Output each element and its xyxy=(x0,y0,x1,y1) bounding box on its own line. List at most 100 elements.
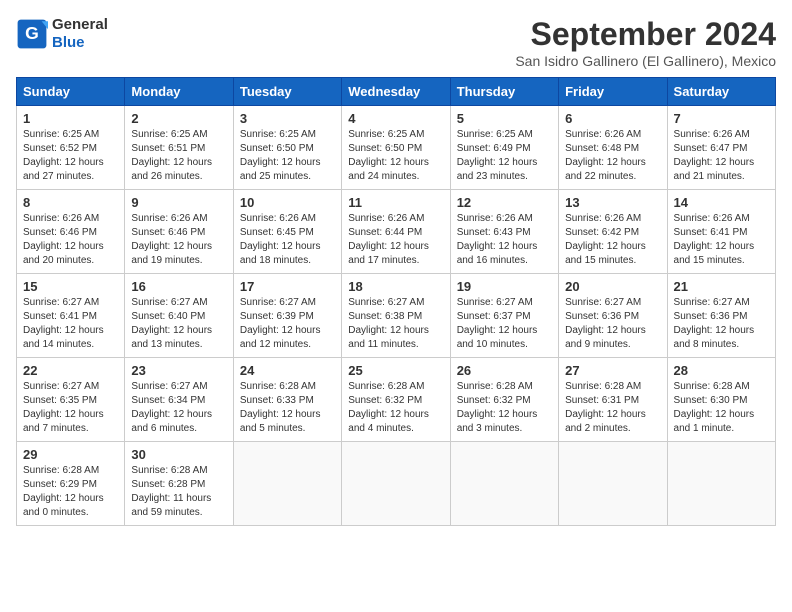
day-info: Sunrise: 6:27 AM Sunset: 6:36 PM Dayligh… xyxy=(674,296,769,352)
day-info: Sunrise: 6:28 AM Sunset: 6:33 PM Dayligh… xyxy=(240,380,335,436)
calendar-cell: 24Sunrise: 6:28 AM Sunset: 6:33 PM Dayli… xyxy=(233,358,341,442)
day-number: 5 xyxy=(457,111,552,126)
day-number: 17 xyxy=(240,279,335,294)
calendar-cell: 28 Sunrise: 6:28 AM Sunset: 6:30 PM Dayli… xyxy=(667,358,775,442)
day-info: Sunrise: 6:28 AM Sunset: 6:28 PM Dayligh… xyxy=(131,464,226,520)
header-day-tuesday: Tuesday xyxy=(233,78,341,106)
month-title: September 2024 xyxy=(515,16,776,53)
calendar-cell: 6 Sunrise: 6:26 AM Sunset: 6:48 PM Daylig… xyxy=(559,106,667,190)
header-day-wednesday: Wednesday xyxy=(342,78,450,106)
day-number: 11 xyxy=(348,195,443,210)
calendar-cell xyxy=(559,442,667,526)
day-info: Sunrise: 6:27 AM Sunset: 6:41 PM Dayligh… xyxy=(23,296,118,352)
calendar-cell xyxy=(450,442,558,526)
calendar-week-1: 1Sunrise: 6:25 AM Sunset: 6:52 PM Daylig… xyxy=(17,106,776,190)
day-number: 18 xyxy=(348,279,443,294)
day-info: Sunrise: 6:28 AM Sunset: 6:30 PM Dayligh… xyxy=(674,380,769,436)
day-number: 22 xyxy=(23,363,118,378)
general-blue-icon: G xyxy=(16,18,48,50)
day-number: 16 xyxy=(131,279,226,294)
day-info: Sunrise: 6:26 AM Sunset: 6:46 PM Dayligh… xyxy=(131,212,226,268)
day-info: Sunrise: 6:25 AM Sunset: 6:50 PM Dayligh… xyxy=(348,128,443,184)
day-number: 8 xyxy=(23,195,118,210)
day-number: 9 xyxy=(131,195,226,210)
header-day-saturday: Saturday xyxy=(667,78,775,106)
day-info: Sunrise: 6:27 AM Sunset: 6:35 PM Dayligh… xyxy=(23,380,118,436)
calendar-cell: 17 Sunrise: 6:27 AM Sunset: 6:39 PM Dayli… xyxy=(233,274,341,358)
logo-text: General Blue xyxy=(52,16,108,52)
day-number: 28 xyxy=(674,363,769,378)
day-info: Sunrise: 6:25 AM Sunset: 6:50 PM Dayligh… xyxy=(240,128,335,184)
day-number: 7 xyxy=(674,111,769,126)
day-info: Sunrise: 6:28 AM Sunset: 6:31 PM Dayligh… xyxy=(565,380,660,436)
day-info: Sunrise: 6:26 AM Sunset: 6:45 PM Dayligh… xyxy=(240,212,335,268)
calendar-cell: 25 Sunrise: 6:28 AM Sunset: 6:32 PM Dayli… xyxy=(342,358,450,442)
day-info: Sunrise: 6:28 AM Sunset: 6:32 PM Dayligh… xyxy=(348,380,443,436)
day-info: Sunrise: 6:26 AM Sunset: 6:46 PM Dayligh… xyxy=(23,212,118,268)
calendar-cell: 10 Sunrise: 6:26 AM Sunset: 6:45 PM Dayli… xyxy=(233,190,341,274)
day-number: 3 xyxy=(240,111,335,126)
day-number: 1 xyxy=(23,111,118,126)
logo-blue: Blue xyxy=(52,34,85,51)
day-info: Sunrise: 6:26 AM Sunset: 6:47 PM Dayligh… xyxy=(674,128,769,184)
calendar-cell: 7 Sunrise: 6:26 AM Sunset: 6:47 PM Daylig… xyxy=(667,106,775,190)
day-info: Sunrise: 6:27 AM Sunset: 6:40 PM Dayligh… xyxy=(131,296,226,352)
day-number: 10 xyxy=(240,195,335,210)
location-title: San Isidro Gallinero (El Gallinero), Mex… xyxy=(515,53,776,69)
calendar-cell: 4 Sunrise: 6:25 AM Sunset: 6:50 PM Daylig… xyxy=(342,106,450,190)
day-number: 19 xyxy=(457,279,552,294)
day-info: Sunrise: 6:27 AM Sunset: 6:37 PM Dayligh… xyxy=(457,296,552,352)
day-info: Sunrise: 6:28 AM Sunset: 6:32 PM Dayligh… xyxy=(457,380,552,436)
calendar-cell: 11 Sunrise: 6:26 AM Sunset: 6:44 PM Dayli… xyxy=(342,190,450,274)
calendar-cell: 18 Sunrise: 6:27 AM Sunset: 6:38 PM Dayli… xyxy=(342,274,450,358)
calendar-week-3: 15 Sunrise: 6:27 AM Sunset: 6:41 PM Dayli… xyxy=(17,274,776,358)
calendar-table: SundayMondayTuesdayWednesdayThursdayFrid… xyxy=(16,77,776,526)
calendar-cell: 5 Sunrise: 6:25 AM Sunset: 6:49 PM Daylig… xyxy=(450,106,558,190)
calendar-cell: 1Sunrise: 6:25 AM Sunset: 6:52 PM Daylig… xyxy=(17,106,125,190)
calendar-cell: 2 Sunrise: 6:25 AM Sunset: 6:51 PM Daylig… xyxy=(125,106,233,190)
calendar-cell: 27 Sunrise: 6:28 AM Sunset: 6:31 PM Dayli… xyxy=(559,358,667,442)
day-number: 29 xyxy=(23,447,118,462)
day-number: 2 xyxy=(131,111,226,126)
logo: G General Blue xyxy=(16,16,108,52)
calendar-cell: 8 Sunrise: 6:26 AM Sunset: 6:46 PM Daylig… xyxy=(17,190,125,274)
day-info: Sunrise: 6:27 AM Sunset: 6:38 PM Dayligh… xyxy=(348,296,443,352)
header-day-sunday: Sunday xyxy=(17,78,125,106)
day-info: Sunrise: 6:27 AM Sunset: 6:39 PM Dayligh… xyxy=(240,296,335,352)
day-number: 27 xyxy=(565,363,660,378)
day-number: 6 xyxy=(565,111,660,126)
day-info: Sunrise: 6:26 AM Sunset: 6:43 PM Dayligh… xyxy=(457,212,552,268)
calendar-cell: 26 Sunrise: 6:28 AM Sunset: 6:32 PM Dayli… xyxy=(450,358,558,442)
calendar-cell: 29Sunrise: 6:28 AM Sunset: 6:29 PM Dayli… xyxy=(17,442,125,526)
day-info: Sunrise: 6:27 AM Sunset: 6:36 PM Dayligh… xyxy=(565,296,660,352)
header-day-thursday: Thursday xyxy=(450,78,558,106)
day-number: 12 xyxy=(457,195,552,210)
header-day-friday: Friday xyxy=(559,78,667,106)
day-info: Sunrise: 6:25 AM Sunset: 6:49 PM Dayligh… xyxy=(457,128,552,184)
day-number: 26 xyxy=(457,363,552,378)
day-info: Sunrise: 6:26 AM Sunset: 6:48 PM Dayligh… xyxy=(565,128,660,184)
title-area: September 2024 San Isidro Gallinero (El … xyxy=(515,16,776,69)
calendar-cell: 12 Sunrise: 6:26 AM Sunset: 6:43 PM Dayli… xyxy=(450,190,558,274)
calendar-cell: 19 Sunrise: 6:27 AM Sunset: 6:37 PM Dayli… xyxy=(450,274,558,358)
svg-text:G: G xyxy=(25,23,39,43)
day-number: 23 xyxy=(131,363,226,378)
calendar-cell: 23 Sunrise: 6:27 AM Sunset: 6:34 PM Dayli… xyxy=(125,358,233,442)
day-number: 25 xyxy=(348,363,443,378)
calendar-cell: 21 Sunrise: 6:27 AM Sunset: 6:36 PM Dayli… xyxy=(667,274,775,358)
day-info: Sunrise: 6:26 AM Sunset: 6:41 PM Dayligh… xyxy=(674,212,769,268)
day-number: 21 xyxy=(674,279,769,294)
calendar-cell: 9 Sunrise: 6:26 AM Sunset: 6:46 PM Daylig… xyxy=(125,190,233,274)
header: G General Blue September 2024 San Isidro… xyxy=(16,16,776,69)
calendar-cell: 13Sunrise: 6:26 AM Sunset: 6:42 PM Dayli… xyxy=(559,190,667,274)
day-number: 20 xyxy=(565,279,660,294)
header-day-monday: Monday xyxy=(125,78,233,106)
calendar-week-5: 29Sunrise: 6:28 AM Sunset: 6:29 PM Dayli… xyxy=(17,442,776,526)
calendar-week-4: 22 Sunrise: 6:27 AM Sunset: 6:35 PM Dayli… xyxy=(17,358,776,442)
calendar-cell: 14Sunrise: 6:26 AM Sunset: 6:41 PM Dayli… xyxy=(667,190,775,274)
day-info: Sunrise: 6:25 AM Sunset: 6:51 PM Dayligh… xyxy=(131,128,226,184)
day-number: 4 xyxy=(348,111,443,126)
day-number: 15 xyxy=(23,279,118,294)
day-info: Sunrise: 6:26 AM Sunset: 6:44 PM Dayligh… xyxy=(348,212,443,268)
day-info: Sunrise: 6:27 AM Sunset: 6:34 PM Dayligh… xyxy=(131,380,226,436)
